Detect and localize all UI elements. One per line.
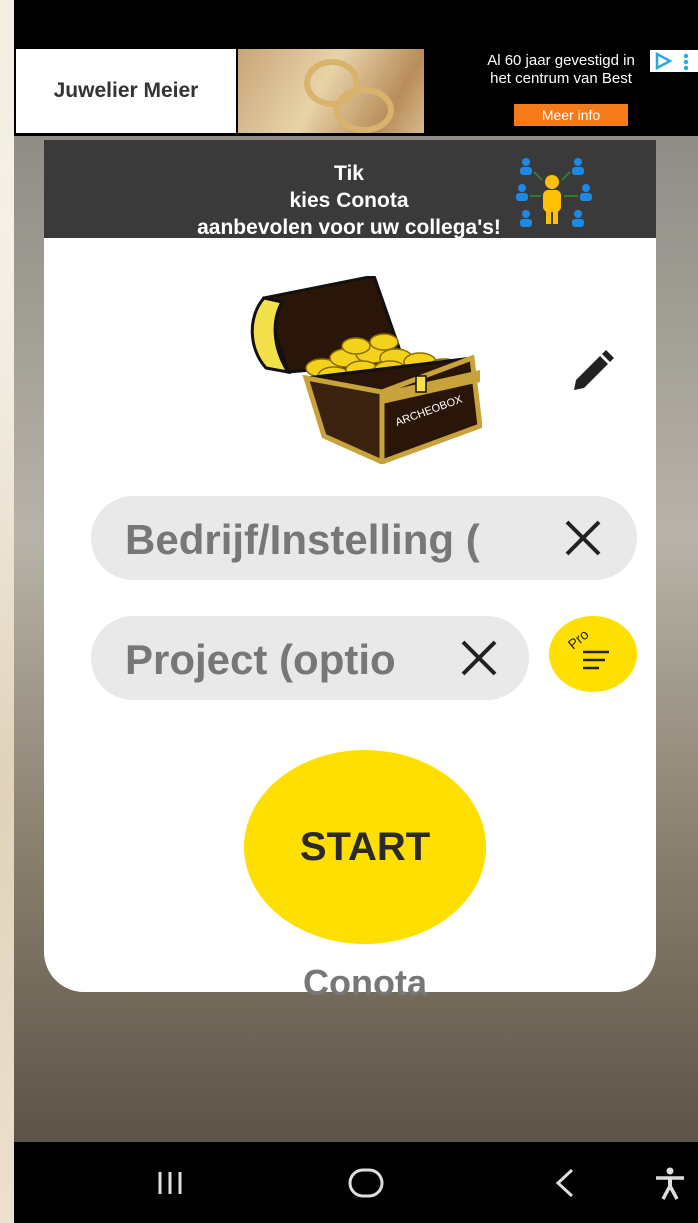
promo-banner[interactable]: Tik kies Conota aanbevolen voor uw colle… xyxy=(44,140,656,238)
accessibility-icon[interactable] xyxy=(650,1166,690,1200)
promo-line3: aanbevolen voor uw collega's! xyxy=(197,216,501,238)
treasure-chest-logo: ARCHEOBOX xyxy=(250,276,482,464)
promo-line1: Tik xyxy=(334,162,364,185)
pencil-icon[interactable] xyxy=(570,350,614,390)
ad-cta-button[interactable]: Meer info xyxy=(514,104,628,126)
promo-text: Tik kies Conota aanbevolen voor uw colle… xyxy=(184,160,514,238)
promo-line2: kies Conota xyxy=(289,189,409,212)
pro-filter-button[interactable]: Pro xyxy=(549,616,637,692)
close-icon[interactable] xyxy=(459,638,499,678)
ad-advertiser-name: Juwelier Meier xyxy=(53,79,199,102)
system-navigation-bar xyxy=(14,1142,698,1223)
close-icon[interactable] xyxy=(563,518,603,558)
app-name-label: Conota xyxy=(303,962,427,1003)
project-input[interactable]: Project (optio xyxy=(91,616,529,700)
home-icon[interactable] xyxy=(346,1166,386,1200)
status-bar xyxy=(14,0,698,46)
company-input[interactable]: Bedrijf/Instelling ( xyxy=(91,496,637,580)
filter-list-icon: Pro xyxy=(565,626,609,670)
start-button[interactable]: START xyxy=(244,750,486,944)
ad-banner[interactable]: Juwelier Meier Al 60 jaar gevestigd in h… xyxy=(14,46,698,136)
pro-label: Pro xyxy=(565,626,592,652)
share-people-icon xyxy=(516,158,592,227)
recent-apps-icon[interactable] xyxy=(152,1166,192,1200)
ad-image[interactable] xyxy=(238,49,424,133)
ring-shape xyxy=(334,87,394,133)
company-placeholder: Bedrijf/Instelling ( xyxy=(125,516,480,563)
ad-advertiser-logo[interactable]: Juwelier Meier xyxy=(16,49,236,133)
back-icon[interactable] xyxy=(544,1166,584,1200)
project-placeholder: Project (optio xyxy=(125,636,396,683)
ad-headline-line2: het centrum van Best xyxy=(490,70,632,87)
adchoices-icon[interactable] xyxy=(650,50,698,72)
